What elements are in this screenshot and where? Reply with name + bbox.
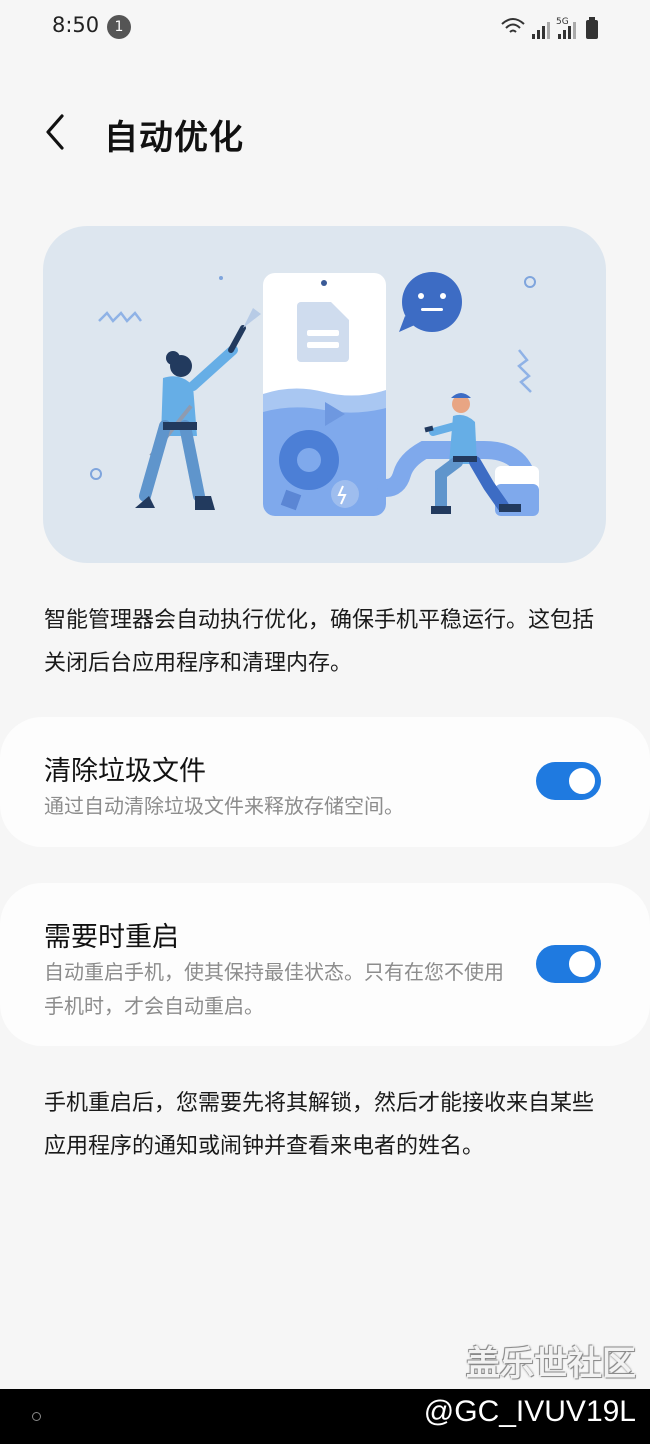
chevron-left-icon (46, 114, 64, 150)
auto-restart-toggle[interactable] (536, 945, 601, 983)
setting-title: 清除垃圾文件 (44, 756, 206, 787)
back-button[interactable] (36, 110, 80, 154)
status-bar: 8:50 1 5G (0, 0, 650, 56)
nav-indicator-icon (32, 1412, 41, 1421)
signal-icon (532, 22, 550, 39)
intro-description: 智能管理器会自动执行优化，确保手机平稳运行。这包括关闭后台应用程序和清理内存。 (44, 608, 595, 676)
notification-count-badge: 1 (107, 15, 131, 39)
status-icons: 5G (501, 17, 598, 39)
status-time: 8:50 (52, 13, 100, 37)
optimization-illustration (90, 272, 539, 516)
page-title: 自动优化 (104, 118, 244, 158)
navigation-bar: @GC_IVUV19L (0, 1389, 650, 1444)
setting-card-clear-junk[interactable]: 清除垃圾文件 通过自动清除垃圾文件来释放存储空间。 (0, 717, 650, 847)
user-watermark: @GC_IVUV19L (423, 1395, 636, 1428)
setting-card-auto-restart[interactable]: 需要时重启 自动重启手机，使其保持最佳状态。只有在您不使用手机时，才会自动重启。 (0, 883, 650, 1046)
battery-icon (586, 17, 598, 39)
toggle-knob (566, 948, 598, 980)
clear-junk-toggle[interactable] (536, 762, 601, 800)
restart-note: 手机重启后，您需要先将其解锁，然后才能接收来自某些应用程序的通知或闹钟并查看来电… (44, 1091, 595, 1159)
hero-illustration (43, 226, 606, 563)
toggle-knob (566, 765, 598, 797)
site-watermark: 盖乐世社区 (466, 1344, 636, 1384)
setting-subtitle: 自动重启手机，使其保持最佳状态。只有在您不使用手机时，才会自动重启。 (44, 960, 504, 1018)
network-type-label: 5G (556, 17, 569, 27)
setting-title: 需要时重启 (44, 922, 179, 953)
setting-subtitle: 通过自动清除垃圾文件来释放存储空间。 (44, 794, 404, 818)
wifi-icon (501, 18, 525, 33)
page-header: 自动优化 (0, 100, 650, 170)
